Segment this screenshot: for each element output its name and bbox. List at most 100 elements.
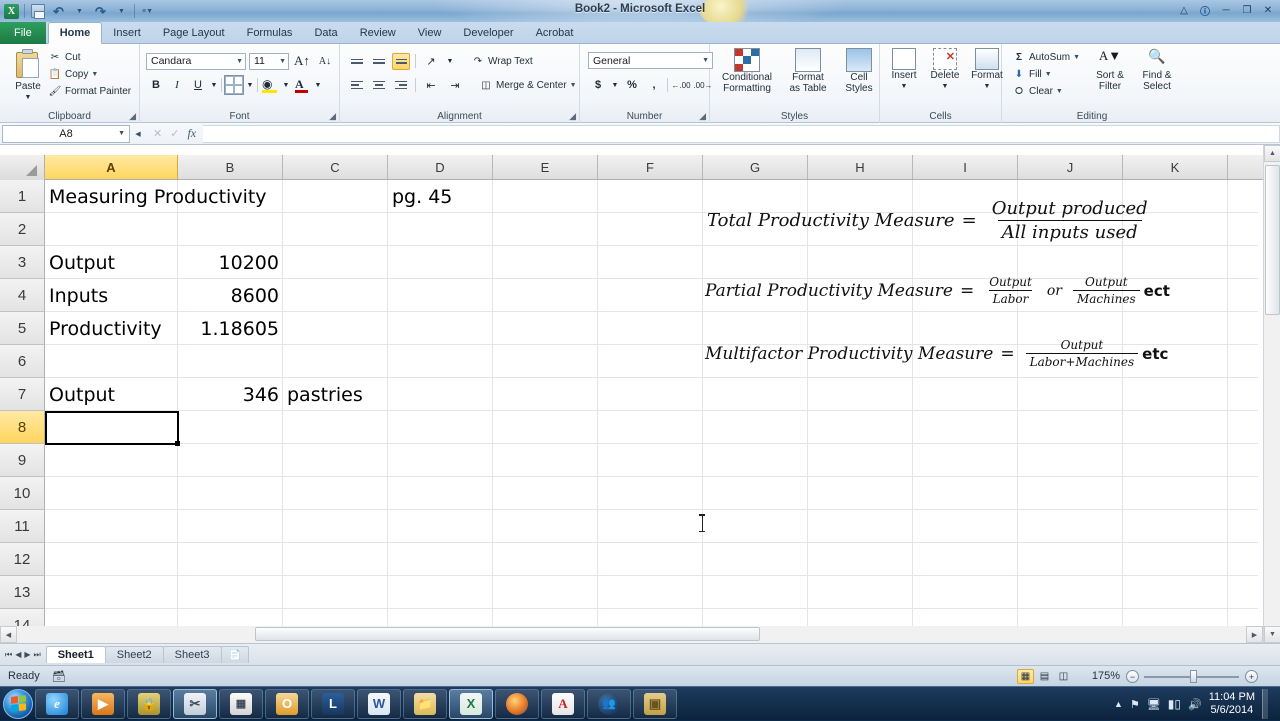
chevron-down-icon[interactable]: ▼ — [118, 130, 125, 137]
shrink-font-button[interactable]: A↓ — [315, 52, 335, 70]
scroll-left-button[interactable]: ◀ — [0, 626, 17, 643]
chevron-down-icon[interactable]: ▼ — [279, 58, 286, 65]
previous-sheet-icon[interactable]: ◀ — [15, 650, 21, 660]
sheet-tab-sheet2[interactable]: Sheet2 — [104, 646, 164, 663]
show-hidden-icons-icon[interactable]: ▲ — [1114, 699, 1123, 709]
chevron-down-icon[interactable]: ▼ — [702, 57, 709, 64]
ribbon-tabs[interactable]: File Home Insert Page Layout Formulas Da… — [0, 22, 584, 44]
ribbon-collapse-icon[interactable]: △ — [1176, 3, 1192, 17]
row-header-5[interactable]: 5 — [0, 312, 45, 345]
decrease-indent-button[interactable]: ⇤ — [421, 76, 441, 94]
row-header-4[interactable]: 4 — [0, 279, 45, 312]
zoom-level[interactable]: 175% — [1092, 670, 1120, 682]
cell-d1[interactable]: pg. 45 — [388, 180, 493, 213]
cell-area[interactable]: Measuring Productivity pg. 45 Output 102… — [45, 180, 1258, 643]
underline-dropdown-icon[interactable]: ▼ — [209, 76, 219, 94]
tab-file[interactable]: File — [0, 22, 46, 44]
delete-dropdown-icon[interactable]: ▼ — [942, 81, 949, 92]
format-cells-button[interactable]: Format ▼ — [968, 48, 1006, 92]
last-sheet-icon[interactable]: ⏭ — [34, 650, 41, 660]
tab-formulas[interactable]: Formulas — [236, 22, 304, 44]
column-header-i[interactable]: I — [913, 155, 1018, 179]
font-size-combo[interactable]: 11 ▼ — [249, 52, 289, 70]
clock[interactable]: 11:04 PM 5/6/2014 — [1209, 691, 1255, 717]
minimize-button[interactable]: ─ — [1218, 3, 1234, 17]
help-icon[interactable]: ⓘ — [1197, 3, 1213, 18]
taskbar-item-media-player[interactable]: ▶ — [81, 688, 125, 719]
increase-decimal-button[interactable]: ←.00 — [671, 76, 691, 94]
taskbar-item-snipping-tool[interactable]: ✂ — [173, 688, 217, 719]
zoom-out-button[interactable]: − — [1126, 670, 1139, 683]
row-header-2[interactable]: 2 — [0, 213, 45, 246]
borders-dropdown-icon[interactable]: ▼ — [245, 76, 255, 94]
taskbar-item-adobe-reader[interactable]: A — [541, 688, 585, 719]
number-dialog-launcher[interactable]: ◢ — [699, 111, 706, 122]
grow-font-button[interactable]: A↑ — [292, 52, 312, 70]
tab-developer[interactable]: Developer — [452, 22, 524, 44]
row-header-7[interactable]: 7 — [0, 378, 45, 411]
taskbar-item-calculator[interactable]: ▦ — [219, 688, 263, 719]
fill-dropdown-icon[interactable]: ▼ — [1045, 71, 1052, 78]
next-sheet-icon[interactable]: ▶ — [24, 650, 30, 660]
format-painter-button[interactable]: 🖌 Format Painter — [48, 83, 132, 100]
action-center-flag-icon[interactable]: ⚑ — [1130, 698, 1140, 711]
delete-cells-button[interactable]: ✕ Delete ▼ — [926, 48, 964, 92]
row-header-12[interactable]: 12 — [0, 543, 45, 576]
name-box[interactable]: A8 ▼ — [2, 124, 130, 143]
format-dropdown-icon[interactable]: ▼ — [984, 81, 991, 92]
cell-c7[interactable]: pastries — [283, 378, 388, 411]
zoom-in-button[interactable]: + — [1245, 670, 1258, 683]
column-header-b[interactable]: B — [178, 155, 283, 179]
column-header-e[interactable]: E — [493, 155, 598, 179]
column-header-d[interactable]: D — [388, 155, 493, 179]
cell-b4[interactable]: 8600 — [178, 279, 283, 312]
wrap-text-button[interactable]: ↷ Wrap Text — [471, 53, 533, 70]
network-icon[interactable]: 🖥 — [1147, 698, 1161, 711]
clear-dropdown-icon[interactable]: ▼ — [1056, 88, 1063, 95]
align-middle-button[interactable] — [370, 53, 388, 70]
row-header-13[interactable]: 13 — [0, 576, 45, 609]
cancel-icon[interactable]: ✕ — [153, 127, 162, 140]
show-desktop-button[interactable] — [1262, 689, 1268, 719]
row-header-3[interactable]: 3 — [0, 246, 45, 279]
vertical-scrollbar[interactable]: ▲ ▼ — [1263, 145, 1280, 643]
tab-home[interactable]: Home — [47, 22, 103, 44]
row-header-8[interactable]: 8 — [0, 411, 45, 444]
increase-indent-button[interactable]: ⇥ — [445, 76, 465, 94]
insert-function-icon[interactable]: fx — [187, 126, 196, 141]
percent-format-button[interactable]: % — [622, 76, 642, 94]
cell-b3[interactable]: 10200 — [178, 246, 283, 279]
borders-button[interactable] — [224, 75, 244, 95]
row-header-1[interactable]: 1 — [0, 180, 45, 213]
column-header-f[interactable]: F — [598, 155, 703, 179]
cell-styles-button[interactable]: Cell Styles — [840, 48, 878, 94]
cut-button[interactable]: ✂ Cut — [48, 49, 131, 66]
tab-data[interactable]: Data — [303, 22, 348, 44]
alignment-dialog-launcher[interactable]: ◢ — [569, 111, 576, 122]
tab-page-layout[interactable]: Page Layout — [152, 22, 236, 44]
first-sheet-icon[interactable]: ⏮ — [5, 650, 12, 660]
taskbar-item-firefox[interactable] — [495, 688, 539, 719]
accounting-format-button[interactable]: $ — [588, 76, 608, 94]
scroll-down-button[interactable]: ▼ — [1264, 626, 1280, 643]
scroll-up-button[interactable]: ▲ — [1264, 145, 1280, 162]
taskbar-item-camtasia-recorder[interactable]: ▣ — [633, 688, 677, 719]
font-color-button[interactable]: A — [292, 76, 312, 94]
sheet-navigation-buttons[interactable]: ⏮ ◀ ▶ ⏭ — [0, 650, 46, 660]
font-color-dropdown-icon[interactable]: ▼ — [313, 76, 323, 94]
tab-insert[interactable]: Insert — [102, 22, 152, 44]
formula-bar-buttons[interactable]: ✕ ✓ fx — [146, 126, 203, 141]
number-format-combo[interactable]: General ▼ — [588, 52, 713, 69]
horizontal-scroll-thumb[interactable] — [255, 627, 760, 641]
copy-button[interactable]: 📋 Copy ▼ — [48, 66, 131, 83]
tab-review[interactable]: Review — [349, 22, 407, 44]
font-family-combo[interactable]: Candara ▼ — [146, 52, 246, 70]
taskbar-item-file-explorer[interactable]: 📁 — [403, 688, 447, 719]
autosum-dropdown-icon[interactable]: ▼ — [1073, 54, 1080, 61]
align-top-button[interactable] — [348, 53, 366, 70]
underline-button[interactable]: U — [188, 76, 208, 94]
cell-a4[interactable]: Inputs — [45, 279, 178, 312]
volume-icon[interactable]: 🔊 — [1188, 698, 1202, 711]
italic-button[interactable]: I — [167, 76, 187, 94]
conditional-formatting-button[interactable]: Conditional Formatting — [718, 48, 776, 94]
